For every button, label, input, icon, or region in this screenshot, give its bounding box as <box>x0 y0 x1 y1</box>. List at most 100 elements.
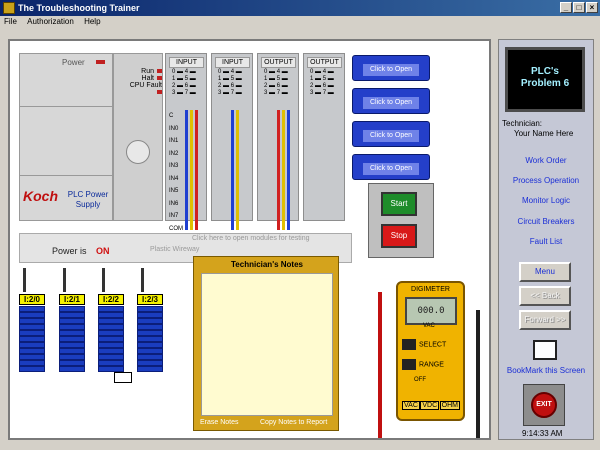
led-num: 3 <box>218 90 222 96</box>
back-button[interactable]: << Back <box>519 286 571 306</box>
terminal-label: IN2 <box>169 150 179 157</box>
exit-label: EXIT <box>531 392 557 418</box>
red-probe[interactable] <box>378 292 382 438</box>
terminal-labels: C IN0 IN1 IN2 IN3 IN4 IN5 IN6 IN7 COM <box>169 110 183 235</box>
led-num: 5 <box>184 76 189 82</box>
fault-list-link[interactable]: Fault List <box>498 237 594 246</box>
title-bar: The Troubleshooting Trainer _ □ × <box>0 0 600 16</box>
pilot-lamp-3[interactable]: Click to Open <box>352 121 430 147</box>
technician-name: Your Name Here <box>514 129 574 138</box>
start-button[interactable]: Start <box>381 192 417 216</box>
pilot-lamp-2[interactable]: Click to Open <box>352 88 430 114</box>
sensor-i22[interactable]: I:2/2 <box>98 268 124 372</box>
menu-authorization[interactable]: Authorization <box>27 17 74 26</box>
cpu-fault-led <box>157 90 162 94</box>
led-num: 0 <box>264 69 268 75</box>
select-label: SELECT <box>419 341 447 349</box>
led-num: 2 <box>264 83 268 89</box>
clock: 9:14:33 AM <box>522 429 563 438</box>
circuit-breakers-link[interactable]: Circuit Breakers <box>498 217 594 226</box>
sensor-cable <box>63 268 66 292</box>
book-icon[interactable] <box>533 340 557 360</box>
terminal-label: IN1 <box>169 138 179 144</box>
led-num: 5 <box>230 76 235 82</box>
sensor-i20[interactable]: I:2/0 <box>19 268 45 372</box>
erase-notes-button[interactable]: Erase Notes <box>200 419 239 426</box>
stop-button[interactable]: Stop <box>381 224 417 248</box>
menu-file[interactable]: File <box>4 17 17 26</box>
led-num: 3 <box>172 90 176 96</box>
pilot-lamp-4[interactable]: Click to Open <box>352 154 430 180</box>
cpu-fault-label: CPU Fault <box>129 82 162 89</box>
lamp-open-label[interactable]: Click to Open <box>363 163 419 175</box>
led-num: 1 <box>264 76 268 82</box>
range-button[interactable] <box>402 359 416 370</box>
wiring <box>185 110 345 230</box>
work-order-link[interactable]: Work Order <box>498 156 594 165</box>
key-switch-icon[interactable] <box>126 140 150 164</box>
menu-button[interactable]: Menu <box>519 262 571 282</box>
lamp-open-label[interactable]: Click to Open <box>363 97 419 109</box>
module-leds: 0 ▬ 4 ▬ 1 ▬ 5 ▬ 2 ▬ 6 ▬ 3 ▬ 7 ▬ <box>172 69 196 96</box>
led-num: 4 <box>184 69 189 75</box>
led-num: 5 <box>322 76 327 82</box>
digital-multimeter: DIGIMETER 000.0 VAC SELECT RANGE OFF VAC… <box>396 281 465 421</box>
sensor-label: I:2/0 <box>19 294 45 305</box>
bookmark-link[interactable]: BookMark this Screen <box>498 366 594 375</box>
sensor-body <box>19 306 45 372</box>
terminal-label: IN6 <box>169 200 179 207</box>
sensor-body <box>137 306 163 372</box>
lamp-open-label[interactable]: Click to Open <box>363 130 419 142</box>
led-num: 6 <box>184 83 189 89</box>
exit-button[interactable]: EXIT <box>523 384 565 426</box>
minimize-button[interactable]: _ <box>560 2 572 13</box>
technician-notes-panel: Technician's Notes Erase Notes Copy Note… <box>193 256 339 431</box>
led-num: 6 <box>230 83 235 89</box>
mode-vdc[interactable]: VDC <box>420 401 440 410</box>
lamp-open-label[interactable]: Click to Open <box>363 64 419 76</box>
sensor-label: I:2/3 <box>137 294 163 305</box>
sensor-i23[interactable]: I:2/3 <box>137 268 163 372</box>
off-label: OFF <box>414 377 426 383</box>
open-modules-hint[interactable]: Click here to open modules for testing <box>192 235 310 242</box>
sensor-label: I:2/2 <box>98 294 124 305</box>
window-title: The Troubleshooting Trainer <box>18 3 140 13</box>
copy-notes-button[interactable]: Copy Notes to Report <box>260 419 327 426</box>
cpu-module[interactable]: Run Halt CPU Fault <box>113 53 163 221</box>
process-operation-link[interactable]: Process Operation <box>498 176 594 185</box>
close-button[interactable]: × <box>586 2 598 13</box>
sensor-body <box>59 306 85 372</box>
sensor-i21[interactable]: I:2/1 <box>59 268 85 372</box>
halt-label: Halt <box>141 75 154 82</box>
sensor-cable <box>23 268 26 292</box>
technician-label: Technician: <box>502 119 543 128</box>
mode-ohm[interactable]: OHM <box>439 401 460 410</box>
led-num: 7 <box>184 90 189 96</box>
notes-textarea[interactable] <box>201 273 333 416</box>
brand-logo: Koch <box>23 188 58 204</box>
run-label: Run <box>141 68 154 75</box>
module-title: OUTPUT <box>307 57 342 68</box>
black-probe[interactable] <box>476 310 480 438</box>
maximize-button[interactable]: □ <box>573 2 585 13</box>
power-status-label: Power is <box>52 246 87 256</box>
menu-help[interactable]: Help <box>84 17 100 26</box>
meter-title: DIGIMETER <box>411 286 450 293</box>
forward-button[interactable]: Forward >> <box>519 310 571 330</box>
select-button[interactable] <box>402 339 416 350</box>
led-num: 7 <box>276 90 281 96</box>
led-num: 0 <box>218 69 222 75</box>
sensor-cable <box>141 268 144 292</box>
monitor-logic-link[interactable]: Monitor Logic <box>498 196 594 205</box>
terminal-label: IN4 <box>169 175 179 182</box>
module-title: INPUT <box>215 57 250 68</box>
mode-vac[interactable]: VAC <box>402 401 420 410</box>
led-num: 4 <box>230 69 235 75</box>
target-icon[interactable] <box>114 372 132 383</box>
terminal-label: C <box>169 113 174 119</box>
power-supply[interactable]: Power Koch PLC Power Supply <box>19 53 114 221</box>
power-label: Power <box>62 58 85 67</box>
pilot-lamp-1[interactable]: Click to Open <box>352 55 430 81</box>
led-num: 4 <box>322 69 327 75</box>
terminal-label: IN0 <box>169 125 179 132</box>
